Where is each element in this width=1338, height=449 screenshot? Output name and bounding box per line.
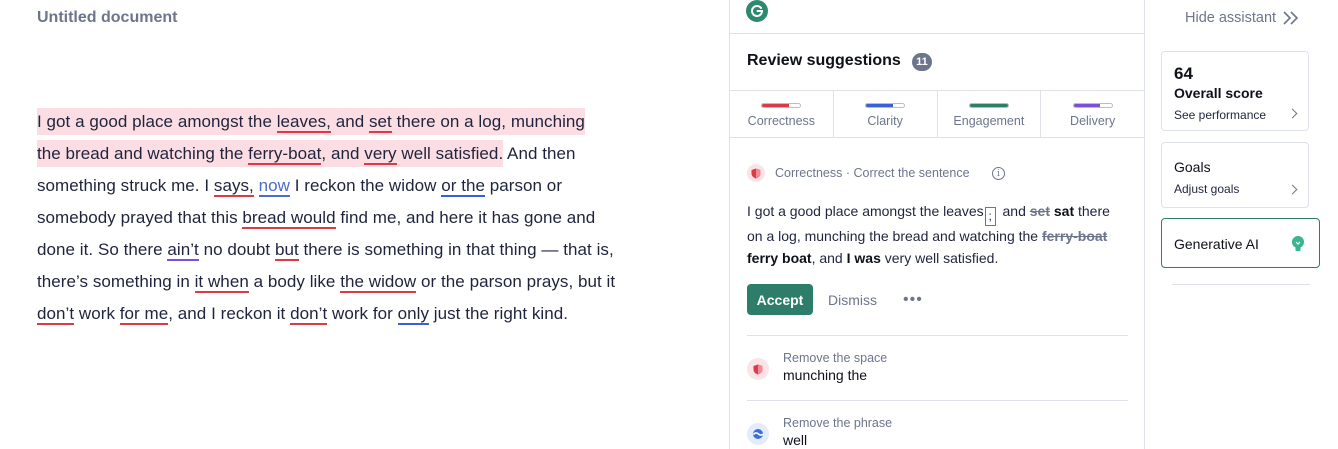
adjust-goals-link[interactable]: Adjust goals: [1174, 182, 1239, 196]
tab-label: Delivery: [1070, 114, 1116, 128]
suggestion-type: Remove the space: [783, 351, 888, 365]
text-run: work for: [327, 304, 398, 323]
document-body[interactable]: I got a good place amongst the leaves, a…: [37, 106, 637, 330]
dismiss-button[interactable]: Dismiss: [828, 284, 877, 315]
deleted-word: ferry-boat: [1041, 228, 1108, 244]
clarity-bar: [865, 103, 906, 108]
inserted-word: sat: [1053, 203, 1075, 219]
tab-label: Clarity: [867, 114, 903, 128]
score-label: Overall score: [1174, 85, 1263, 101]
text-run: work: [74, 304, 120, 323]
score-value: 64: [1174, 64, 1193, 83]
clarity-now[interactable]: now: [258, 176, 290, 197]
review-panel: Review suggestions 11 Correctness Clarit…: [729, 0, 1145, 449]
overall-score-card[interactable]: 64 Overall score See performance: [1161, 51, 1309, 131]
card-preview-text: I got a good place amongst the leaves; a…: [747, 201, 1117, 269]
text-run: well satisfied.: [396, 144, 504, 163]
text-run: , and: [811, 249, 847, 266]
error-ferry-boat[interactable]: ferry-boat: [248, 144, 322, 165]
delivery-aint[interactable]: ain’t: [167, 240, 199, 261]
insert-semicolon: ;: [984, 207, 996, 226]
info-icon[interactable]: i: [992, 167, 1005, 180]
clarity-only[interactable]: only: [397, 304, 430, 325]
correctness-bar-fill: [762, 104, 789, 107]
error-it-when[interactable]: it when: [194, 272, 249, 293]
card-header: Correctness · Correct the sentence: [747, 164, 970, 182]
text-run: and: [330, 112, 369, 131]
card-category: Correctness · Correct the sentence: [775, 166, 970, 180]
suggestion-item[interactable]: Remove the phrase well: [747, 400, 1128, 449]
error-the-widow[interactable]: the widow: [340, 272, 417, 293]
text-run: [254, 176, 259, 195]
clarity-icon: [747, 423, 769, 445]
lightbulb-icon: [1292, 236, 1304, 251]
suggestion-text: well: [783, 432, 808, 448]
error-dont-1[interactable]: don’t: [37, 304, 75, 325]
tab-label: Engagement: [953, 114, 1025, 128]
grammarly-logo-icon: [746, 0, 768, 22]
error-set[interactable]: set: [369, 112, 392, 133]
suggestion-item[interactable]: Remove the space munching the: [747, 335, 1128, 400]
delivery-bar: [1072, 103, 1113, 108]
error-very[interactable]: very: [364, 144, 397, 165]
generative-ai-label: Generative AI: [1174, 236, 1259, 252]
editor: Untitled document I got a good place amo…: [0, 0, 729, 449]
accept-button[interactable]: Accept: [747, 284, 813, 315]
text-run: no doubt: [198, 240, 275, 259]
text-run: just the right kind.: [429, 304, 569, 323]
tab-clarity[interactable]: Clarity: [834, 91, 938, 137]
hide-assistant-label: Hide assistant: [1185, 10, 1277, 26]
divider: [1172, 284, 1310, 285]
double-chevron-right-icon: [1283, 11, 1299, 25]
tab-label: Correctness: [747, 114, 816, 128]
text-run: I reckon the widow: [289, 176, 442, 195]
error-dont-2[interactable]: don’t: [290, 304, 328, 325]
see-performance-link[interactable]: See performance: [1174, 108, 1266, 122]
hide-assistant-button[interactable]: Hide assistant: [1185, 10, 1300, 26]
text-run: or the parson prays, but it: [416, 272, 616, 291]
tab-correctness[interactable]: Correctness: [730, 91, 834, 137]
error-leaves[interactable]: leaves,: [276, 112, 331, 133]
review-title: Review suggestions: [747, 52, 901, 69]
assistant-sidebar: Hide assistant 64 Overall score See perf…: [1145, 0, 1338, 449]
generative-ai-button[interactable]: Generative AI: [1161, 218, 1320, 268]
more-options-button[interactable]: •••: [903, 284, 923, 315]
correctness-bar: [761, 103, 802, 108]
engagement-bar: [968, 103, 1009, 108]
goals-label: Goals: [1174, 159, 1211, 175]
text-run: , and: [321, 144, 365, 163]
clarity-or-the[interactable]: or the: [441, 176, 485, 197]
text-run: and: [998, 203, 1030, 219]
document-title[interactable]: Untitled document: [37, 9, 177, 27]
error-says[interactable]: says,: [213, 176, 254, 197]
suggestion-count-badge: 11: [912, 53, 932, 71]
chevron-right-icon: [1287, 184, 1298, 195]
shield-icon: [747, 358, 769, 380]
text-run: , and I reckon it: [168, 304, 291, 323]
chevron-right-icon: [1287, 108, 1298, 119]
tab-delivery[interactable]: Delivery: [1041, 91, 1144, 137]
clarity-bar-fill: [866, 104, 893, 107]
inserted-word: ferry boat: [747, 249, 812, 266]
text-run: I got a good place amongst the leaves: [747, 203, 984, 219]
suggestion-text: munching the: [783, 367, 868, 383]
deleted-word: set: [1029, 203, 1050, 219]
text-run: the bread and watching the: [37, 144, 249, 163]
divider: [730, 33, 1144, 34]
text-run: there on a log, munching: [391, 112, 585, 131]
category-tabs: Correctness Clarity Engagement Delivery: [730, 90, 1144, 138]
error-for-me[interactable]: for me: [119, 304, 169, 325]
tab-engagement[interactable]: Engagement: [938, 91, 1042, 137]
delivery-bar-fill: [1073, 104, 1101, 107]
shield-icon: [747, 164, 765, 182]
error-but[interactable]: but: [274, 240, 299, 261]
text-run: very well satisfied.: [880, 249, 999, 266]
goals-card[interactable]: Goals Adjust goals: [1161, 142, 1309, 208]
text-run: I got a good place amongst the: [37, 112, 277, 131]
error-bread-would[interactable]: bread would: [242, 208, 336, 229]
engagement-bar-fill: [969, 104, 1008, 107]
suggestion-type: Remove the phrase: [783, 416, 893, 430]
text-run: a body like: [248, 272, 341, 291]
inserted-word: I was: [846, 249, 881, 266]
